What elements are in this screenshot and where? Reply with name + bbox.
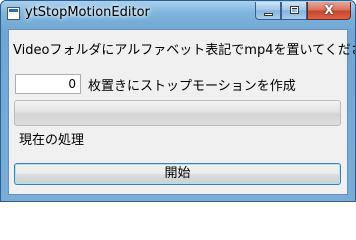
minimize-button[interactable] xyxy=(255,2,281,20)
minimize-icon xyxy=(264,13,273,16)
app-window: ytStopMotionEditor X Videoフォルダにアルファベット表記… xyxy=(0,0,356,202)
maximize-icon xyxy=(290,6,299,14)
app-icon[interactable] xyxy=(7,7,20,20)
close-icon: X xyxy=(324,3,334,17)
instruction-label: Videoフォルダにアルファベット表記でmp4を置いてください xyxy=(13,43,356,58)
title-bar[interactable]: ytStopMotionEditor X xyxy=(1,1,355,27)
form-client-area: Videoフォルダにアルファベット表記でmp4を置いてください 枚置きにストップ… xyxy=(8,29,355,195)
progress-bar xyxy=(14,100,341,126)
start-button[interactable]: 開始 xyxy=(14,163,341,185)
current-process-label: 現在の処理 xyxy=(19,133,85,148)
maximize-button[interactable] xyxy=(281,2,307,20)
close-button[interactable]: X xyxy=(307,2,351,20)
window-title: ytStopMotionEditor xyxy=(25,5,150,20)
frame-interval-label: 枚置きにストップモーションを作成 xyxy=(88,79,296,94)
frame-interval-input[interactable] xyxy=(15,74,81,94)
